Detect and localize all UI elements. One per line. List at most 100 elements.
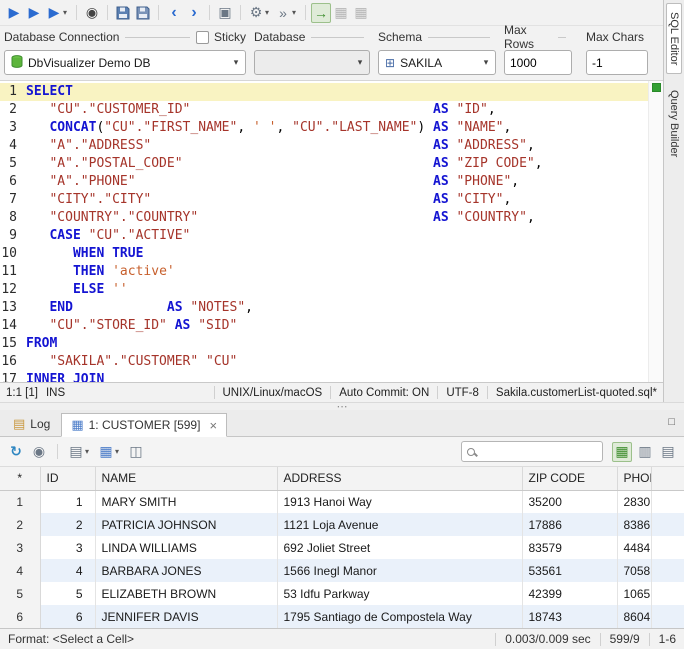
splitter-handle[interactable]: ⋯ [0, 401, 684, 412]
code-line[interactable]: 6 "A"."PHONE" AS "PHONE", [0, 173, 648, 191]
code-line[interactable]: 11 THEN 'active' [0, 263, 648, 281]
execute-menu-icon[interactable]: ▶ [44, 3, 64, 23]
cell[interactable]: 17886 [522, 513, 618, 536]
code-line[interactable]: 17 INNER JOIN [0, 371, 648, 382]
sticky-checkbox[interactable] [195, 30, 209, 44]
cell[interactable]: 3 [40, 536, 96, 559]
grid-view-icon[interactable]: ▦ [612, 441, 632, 462]
code-line[interactable]: 10 WHEN TRUE [0, 245, 648, 263]
row-number[interactable]: 5 [0, 582, 41, 605]
tab-query-builder[interactable]: Query Builder [667, 82, 681, 165]
cell[interactable]: 7058 [617, 559, 652, 582]
cell[interactable]: 18743 [522, 605, 618, 628]
reload-icon[interactable]: ↻ [6, 442, 26, 462]
cell[interactable]: 4484 [617, 536, 652, 559]
cell[interactable]: 8604 [617, 605, 652, 628]
cell[interactable]: 1566 Inegl Manor [277, 559, 523, 582]
code-line[interactable]: 7 "CITY"."CITY" AS "CITY", [0, 191, 648, 209]
more-commands-icon[interactable]: » [273, 3, 293, 23]
stop-icon[interactable]: ◉ [29, 442, 49, 462]
cell[interactable]: 1065 [617, 582, 652, 605]
column-header[interactable]: ZIP CODE [522, 467, 618, 491]
column-header[interactable]: ID [40, 467, 96, 491]
text-view-icon[interactable]: ▤ [658, 442, 678, 462]
execute-icon[interactable]: ▶ [4, 3, 24, 23]
editor-code[interactable]: 1 SELECT 2 "CU"."CUSTOMER_ID" AS "ID", 3 CO… [0, 81, 648, 382]
tools-icon[interactable]: ⚙ [246, 3, 266, 23]
cell[interactable]: 692 Joliet Street [277, 536, 523, 559]
code-line[interactable]: 15 FROM [0, 335, 648, 353]
cell[interactable]: 42399 [522, 582, 618, 605]
sql-editor[interactable]: 1 SELECT 2 "CU"."CUSTOMER_ID" AS "ID", 3 CO… [0, 80, 663, 382]
form-view-icon[interactable]: ▥ [635, 442, 655, 462]
code-line[interactable]: 16 "SAKILA"."CUSTOMER" "CU" [0, 353, 648, 371]
export-button[interactable]: ▤ ▾ [66, 442, 93, 462]
result-search[interactable] [461, 441, 603, 462]
code-line[interactable]: 14 "CU"."STORE_ID" AS "SID" [0, 317, 648, 335]
export-icon[interactable]: ▤ [66, 442, 86, 462]
row-number[interactable]: 4 [0, 559, 41, 582]
column-header[interactable]: * [0, 467, 41, 491]
record-macro-icon[interactable]: ◉ [82, 3, 102, 23]
cell[interactable]: JENNIFER DAVIS [95, 605, 278, 628]
code-line[interactable]: 9 CASE "CU"."ACTIVE" [0, 227, 648, 245]
connection-combo[interactable]: DbVisualizer Demo DB ▾ [4, 50, 246, 75]
maximize-icon[interactable]: □ [668, 416, 680, 432]
cell[interactable]: 35200 [522, 490, 618, 513]
cell[interactable]: 1121 Loja Avenue [277, 513, 523, 536]
cell[interactable]: 53 Idfu Parkway [277, 582, 523, 605]
grid-tool-icon[interactable]: ▦ [331, 3, 351, 23]
close-icon[interactable]: × [209, 418, 217, 433]
cell[interactable]: ELIZABETH BROWN [95, 582, 278, 605]
cell[interactable]: 4 [40, 559, 96, 582]
column-header[interactable]: PHONE [617, 467, 652, 491]
row-number[interactable]: 6 [0, 605, 41, 628]
database-combo[interactable]: ▾ [254, 50, 370, 75]
max-rows-input[interactable] [504, 50, 572, 75]
code-line[interactable]: 8 "COUNTRY"."COUNTRY" AS "COUNTRY", [0, 209, 648, 227]
cell[interactable]: 1 [40, 490, 96, 513]
row-number[interactable]: 1 [0, 490, 41, 513]
code-line[interactable]: 4 "A"."ADDRESS" AS "ADDRESS", [0, 137, 648, 155]
back-icon[interactable]: ‹ [164, 3, 184, 23]
cell[interactable]: MARY SMITH [95, 490, 278, 513]
more-commands-button[interactable]: » ▾ [273, 3, 300, 23]
grid-options-icon[interactable]: ▦ [96, 442, 116, 462]
tools-button[interactable]: ⚙ ▾ [246, 3, 273, 23]
grid-tool-2-icon[interactable]: ▦ [351, 3, 371, 23]
code-line[interactable]: 3 CONCAT("CU"."FIRST_NAME", ' ', "CU"."L… [0, 119, 648, 137]
code-line[interactable]: 1 SELECT [0, 83, 648, 101]
cell[interactable]: 5 [40, 582, 96, 605]
schema-combo[interactable]: ⊞ SAKILA ▾ [378, 50, 496, 75]
column-header[interactable]: NAME [95, 467, 278, 491]
max-chars-input[interactable] [586, 50, 648, 75]
cell[interactable]: 6 [40, 605, 96, 628]
code-line[interactable]: 12 ELSE '' [0, 281, 648, 299]
cell[interactable]: 1913 Hanoi Way [277, 490, 523, 513]
row-number[interactable]: 2 [0, 513, 41, 536]
cell[interactable]: 2830 [617, 490, 652, 513]
cell[interactable]: 1795 Santiago de Compostela Way [277, 605, 523, 628]
save-as-icon[interactable] [133, 3, 153, 23]
tab-result-customer[interactable]: ▦ 1: CUSTOMER [599] × [61, 413, 228, 437]
row-number[interactable]: 3 [0, 536, 41, 559]
cell[interactable]: BARBARA JONES [95, 559, 278, 582]
cell[interactable]: 53561 [522, 559, 618, 582]
compare-icon[interactable]: ◫ [126, 442, 146, 462]
cell[interactable]: 2 [40, 513, 96, 536]
code-line[interactable]: 2 "CU"."CUSTOMER_ID" AS "ID", [0, 101, 648, 119]
result-search-input[interactable] [480, 444, 597, 459]
cell[interactable]: 83579 [522, 536, 618, 559]
execute-menu-button[interactable]: ▶ ▾ [44, 3, 71, 23]
execute-current-icon[interactable]: ▶ [24, 3, 44, 23]
tab-log[interactable]: ▤ Log [4, 412, 59, 436]
cell[interactable]: 8386 [617, 513, 652, 536]
grid-options-button[interactable]: ▦ ▾ [96, 442, 123, 462]
code-line[interactable]: 5 "A"."POSTAL_CODE" AS "ZIP CODE", [0, 155, 648, 173]
cell[interactable]: LINDA WILLIAMS [95, 536, 278, 559]
tab-sql-editor[interactable]: SQL Editor [666, 3, 682, 75]
code-line[interactable]: 13 END AS "NOTES", [0, 299, 648, 317]
column-header[interactable]: ADDRESS [277, 467, 523, 491]
cell[interactable]: PATRICIA JOHNSON [95, 513, 278, 536]
save-icon[interactable] [113, 3, 133, 23]
